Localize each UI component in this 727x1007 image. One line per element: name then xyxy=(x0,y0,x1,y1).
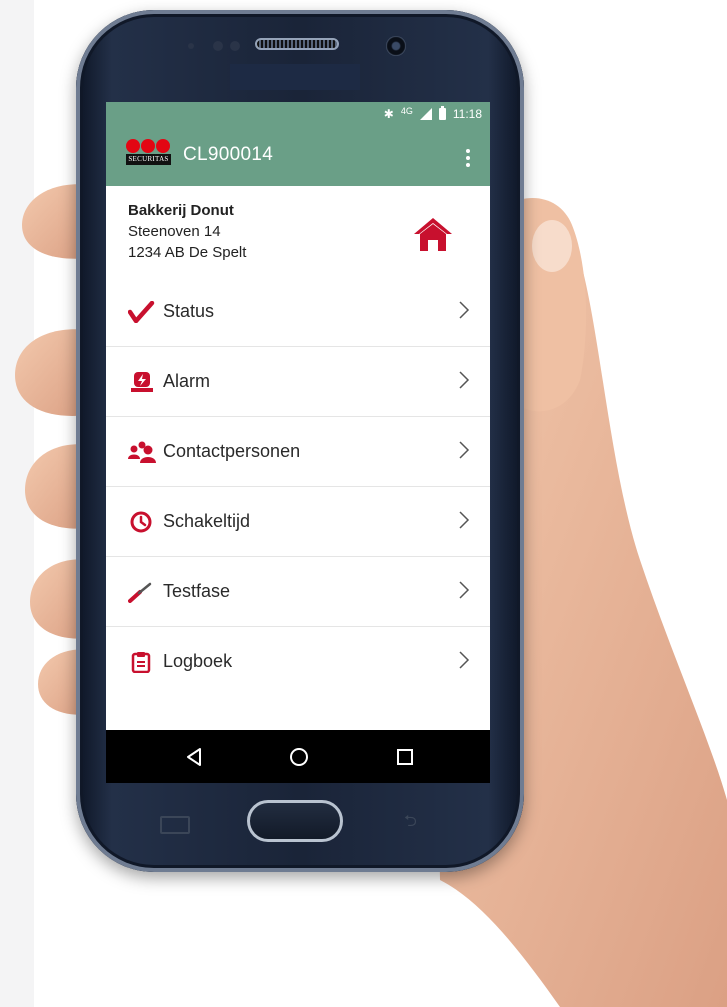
recents-square-icon[interactable] xyxy=(392,744,418,770)
front-camera xyxy=(386,36,406,56)
location-postal-city: 1234 AB De Spelt xyxy=(128,244,247,261)
battery-icon xyxy=(438,106,446,120)
light-sensor xyxy=(213,41,223,51)
location-address: Bakkerij Donut Steenoven 14 1234 AB De S… xyxy=(128,200,246,263)
phone-screen: ✱ 4G 11:18 SECURITAS CL900014 Bakkerij D… xyxy=(106,102,490,783)
alarm-light-icon xyxy=(131,372,153,392)
home-icon[interactable] xyxy=(412,216,454,252)
menu-item-testfase[interactable]: Testfase xyxy=(106,557,490,627)
menu-item-label: Contactpersonen xyxy=(163,441,301,461)
contacts-icon xyxy=(128,441,156,463)
menu-item-schakeltijd[interactable]: Schakeltijd xyxy=(106,487,490,557)
checkmark-icon xyxy=(128,301,155,323)
chevron-right-icon xyxy=(459,511,470,529)
hardware-home-button[interactable] xyxy=(247,800,343,842)
chevron-right-icon xyxy=(459,441,470,459)
menu-item-label: Status xyxy=(163,301,215,321)
chevron-right-icon xyxy=(459,301,470,319)
android-nav-bar xyxy=(106,730,490,783)
app-bar: SECURITAS CL900014 xyxy=(106,128,490,186)
overflow-menu-icon[interactable] xyxy=(466,149,470,167)
light-sensor-2 xyxy=(230,41,240,51)
menu-item-label: Alarm xyxy=(163,371,211,391)
menu-item-label: Logboek xyxy=(163,651,233,671)
menu-item-logboek[interactable]: Logboek xyxy=(106,627,490,696)
bezel-reflection xyxy=(230,64,360,90)
hardware-recents-key[interactable] xyxy=(160,816,190,834)
clipboard-icon xyxy=(131,652,151,673)
menu-item-status[interactable]: Status xyxy=(106,277,490,347)
menu-item-label: Schakeltijd xyxy=(163,511,251,531)
menu-item-label: Testfase xyxy=(163,581,231,601)
location-name: Bakkerij Donut xyxy=(128,202,234,219)
screwdriver-icon xyxy=(128,582,152,603)
proximity-sensor xyxy=(188,43,194,49)
home-circle-icon[interactable] xyxy=(286,744,312,770)
menu-item-contactpersonen[interactable]: Contactpersonen xyxy=(106,417,490,487)
securitas-logo: SECURITAS xyxy=(126,139,171,166)
logo-text: SECURITAS xyxy=(126,154,171,165)
menu-list: Status Alarm Contactpersonen Schakeltijd… xyxy=(106,277,490,696)
chevron-right-icon xyxy=(459,651,470,669)
chevron-right-icon xyxy=(459,371,470,389)
location-street: Steenoven 14 xyxy=(128,223,221,240)
signal-icon xyxy=(419,108,432,120)
back-triangle-icon[interactable] xyxy=(182,744,208,770)
network-type: 4G xyxy=(400,106,413,116)
status-bar: ✱ 4G 11:18 xyxy=(106,102,490,128)
menu-item-alarm[interactable]: Alarm xyxy=(106,347,490,417)
bluetooth-icon: ✱ xyxy=(383,107,394,121)
earpiece-speaker xyxy=(255,38,339,50)
clock-time: 11:18 xyxy=(452,107,482,121)
clock-icon xyxy=(130,511,152,533)
hardware-back-key[interactable]: ⮌ xyxy=(404,814,430,830)
page-title: CL900014 xyxy=(183,144,274,165)
chevron-right-icon xyxy=(459,581,470,599)
